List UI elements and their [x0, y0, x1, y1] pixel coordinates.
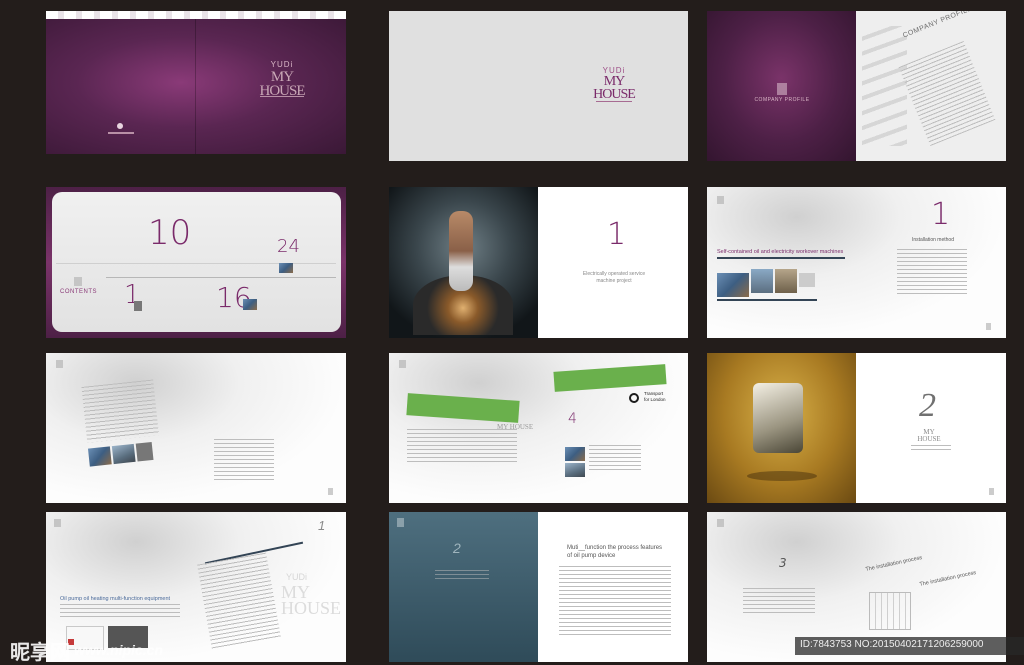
watermark-url: www.nipic.cn [74, 642, 163, 658]
spread-section-2[interactable]: 2 MY HOUSE [707, 353, 1006, 503]
page-logo-icon [399, 360, 406, 368]
page-logo-icon [717, 519, 724, 527]
spread-text-page[interactable] [46, 353, 346, 503]
process-table [743, 588, 815, 614]
spread-section-1[interactable]: 1 Electrically operated service machine … [389, 187, 688, 338]
back-cover-line [108, 132, 134, 134]
section-num: 2 [919, 387, 936, 424]
teal-caption [435, 570, 489, 580]
section-num: 1 [931, 197, 951, 232]
page-logo-icon [397, 518, 404, 527]
right-title: COMPANY PROFILE [902, 11, 974, 40]
process-diagram [869, 592, 911, 630]
title-body [60, 604, 180, 620]
contents-panel [52, 192, 341, 332]
headline: Self-contained oil and electricity worko… [717, 249, 844, 255]
right-photo-2 [565, 463, 585, 477]
thumb-1 [134, 301, 142, 311]
machine-photo-1 [717, 273, 749, 297]
spread-cover[interactable]: YUDi MY HOUSE [46, 11, 346, 154]
page-logo-icon [56, 360, 63, 368]
section-num: 4 [568, 411, 577, 427]
contents-label: CONTENTS [60, 289, 97, 295]
page-mark-icon [989, 488, 994, 495]
machine-photo-3 [775, 269, 797, 293]
tfl-roundel-icon [629, 393, 639, 403]
spread-tfl[interactable]: MY HOUSE Transport for London 4 [389, 353, 688, 503]
robot-figure [753, 383, 803, 453]
machine-photo-2 [751, 269, 773, 293]
brand-big: MY HOUSE [281, 582, 342, 618]
thumb-16 [243, 299, 257, 310]
rotated-photo-3 [135, 441, 154, 462]
num-24: 24 [277, 236, 300, 257]
brand-underline [260, 96, 304, 97]
section-num: 2 [453, 540, 461, 556]
section-caption [911, 445, 951, 453]
watermark-id-text: ID:7843753 NO:20150402171206259000 [800, 639, 984, 650]
spread-company-profile[interactable]: COMPANY PROFILE COMPANY PROFILE [707, 11, 1006, 161]
green-band-right [553, 364, 667, 392]
process-body [559, 566, 671, 638]
teal-page [389, 512, 538, 662]
profile-logo-icon [777, 83, 787, 95]
tfl-line-2: for London [644, 397, 666, 402]
logo-dot-icon [117, 123, 123, 129]
brand-big: MY HOUSE [593, 74, 636, 102]
chapter-num: 1 [318, 518, 326, 533]
photo-underbar [717, 299, 817, 301]
title-2: The installation process [919, 569, 977, 588]
brand-small: YUDi [286, 572, 308, 582]
side-title: Installation method [912, 237, 954, 243]
worker-figure [449, 211, 473, 291]
page-mark-icon [986, 323, 991, 330]
green-band-left [406, 393, 520, 423]
title: Muti__function the process features of o… [567, 545, 663, 559]
spread-fold [195, 11, 196, 154]
left-table [407, 429, 517, 463]
rotated-block [81, 379, 162, 476]
page-logo-icon [54, 519, 61, 527]
timeline-line [106, 277, 336, 278]
brand-small: YUDi [270, 60, 294, 69]
brand: MY HOUSE [917, 428, 941, 443]
robot-shadow [747, 471, 817, 481]
profile-body-text [898, 40, 996, 147]
watermark-logo: 昵享网 [10, 640, 70, 664]
left-label: COMPANY PROFILE [754, 97, 810, 103]
section-subtitle: Electrically operated service machine pr… [582, 271, 646, 284]
rotated-photo-2 [111, 443, 136, 465]
brand-big: MY HOUSE [259, 69, 305, 99]
headline-bar [717, 257, 845, 259]
rotated-text [81, 379, 159, 443]
thumb-24 [279, 263, 293, 273]
spread-workover[interactable]: Self-contained oil and electricity worko… [707, 187, 1006, 338]
spread-oil-pump[interactable]: Oil pump oil heating multi-function equi… [46, 512, 346, 662]
title-1: The installation process [865, 554, 923, 573]
top-strip [46, 11, 346, 19]
page-logo-icon [717, 196, 724, 204]
spread-contents[interactable]: 10 24 1 16 CONTENTS [46, 187, 346, 338]
rotated-body [197, 552, 281, 650]
page-mark-icon [328, 488, 333, 495]
brand-underline [596, 101, 632, 102]
section-num: 1 [607, 217, 627, 252]
title: Oil pump oil heating multi-function equi… [60, 596, 171, 602]
spread-process-features[interactable]: 2 Muti__function the process features of… [389, 512, 688, 662]
timeline-line-2 [56, 263, 336, 264]
right-table [589, 445, 641, 473]
brand: MY HOUSE [497, 423, 534, 431]
deco-bars [862, 26, 907, 146]
contents-logo-icon [74, 277, 82, 286]
tfl-line-1: Transport [644, 391, 664, 396]
spread-grey-cover[interactable]: YUDi MY HOUSE [389, 11, 688, 161]
lower-text [214, 439, 274, 481]
num-10: 10 [148, 213, 192, 253]
section-num: 3 [779, 556, 787, 570]
machine-photo-4 [799, 273, 815, 287]
rotated-photo-1 [87, 446, 112, 467]
side-body-text [897, 249, 967, 297]
right-photo-1 [565, 447, 585, 461]
